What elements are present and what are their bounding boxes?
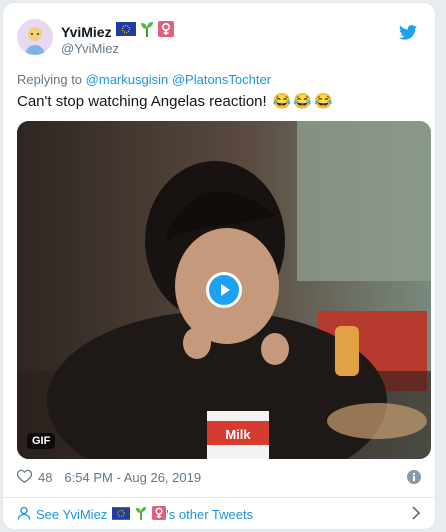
media-gif[interactable]: Milk GIF <box>17 121 431 459</box>
person-icon <box>17 506 31 523</box>
gif-badge: GIF <box>27 433 56 449</box>
chevron-right-icon[interactable] <box>411 506 421 525</box>
user-name-row: YviMiez <box>61 21 174 42</box>
heart-icon[interactable] <box>16 469 33 486</box>
user-name[interactable]: YviMiez <box>61 24 112 40</box>
like-count[interactable]: 48 <box>38 470 52 485</box>
female-sign-icon <box>152 506 167 523</box>
replying-to: Replying to @markusgisin @PlatonsTochter <box>17 72 271 87</box>
divider <box>3 497 435 498</box>
seedling-icon <box>135 506 147 523</box>
play-icon <box>221 284 230 296</box>
see-suffix: 's other Tweets <box>166 507 254 522</box>
tweet-meta: 48 6:54 PM - Aug 26, 2019 <box>16 469 201 486</box>
milk-carton-label: Milk <box>225 427 251 442</box>
info-icon[interactable] <box>407 470 421 484</box>
tweet-card: YviMiez @YviMiez Replying to @markusgisi… <box>2 2 436 530</box>
user-handle[interactable]: @YviMiez <box>61 41 119 56</box>
timestamp[interactable]: 6:54 PM - Aug 26, 2019 <box>64 470 201 485</box>
female-sign-icon <box>157 21 174 42</box>
see-prefix: See YviMiez <box>36 507 108 522</box>
tweet-text: Can't stop watching Angelas reaction! 😂 … <box>17 92 333 111</box>
eu-flag-icon <box>115 22 136 41</box>
twitter-bird-icon[interactable] <box>399 25 417 45</box>
avatar[interactable] <box>17 19 53 55</box>
emoji-laughing-tears: 😂 <box>272 93 292 110</box>
see-other-tweets-link[interactable]: See YviMiez 's other Tweets <box>17 506 253 523</box>
replying-to-label: Replying to <box>17 72 83 87</box>
play-button[interactable] <box>206 272 242 308</box>
seedling-icon <box>140 21 154 42</box>
emoji-laughing-tears: 😂 <box>293 93 313 110</box>
eu-flag-icon <box>112 506 131 523</box>
mention-link[interactable]: @markusgisin <box>86 72 169 87</box>
tweet-text-body: Can't stop watching Angelas reaction! <box>17 92 267 110</box>
emoji-laughing-tears: 😂 <box>314 93 333 110</box>
mention-link[interactable]: @PlatonsTochter <box>172 72 271 87</box>
